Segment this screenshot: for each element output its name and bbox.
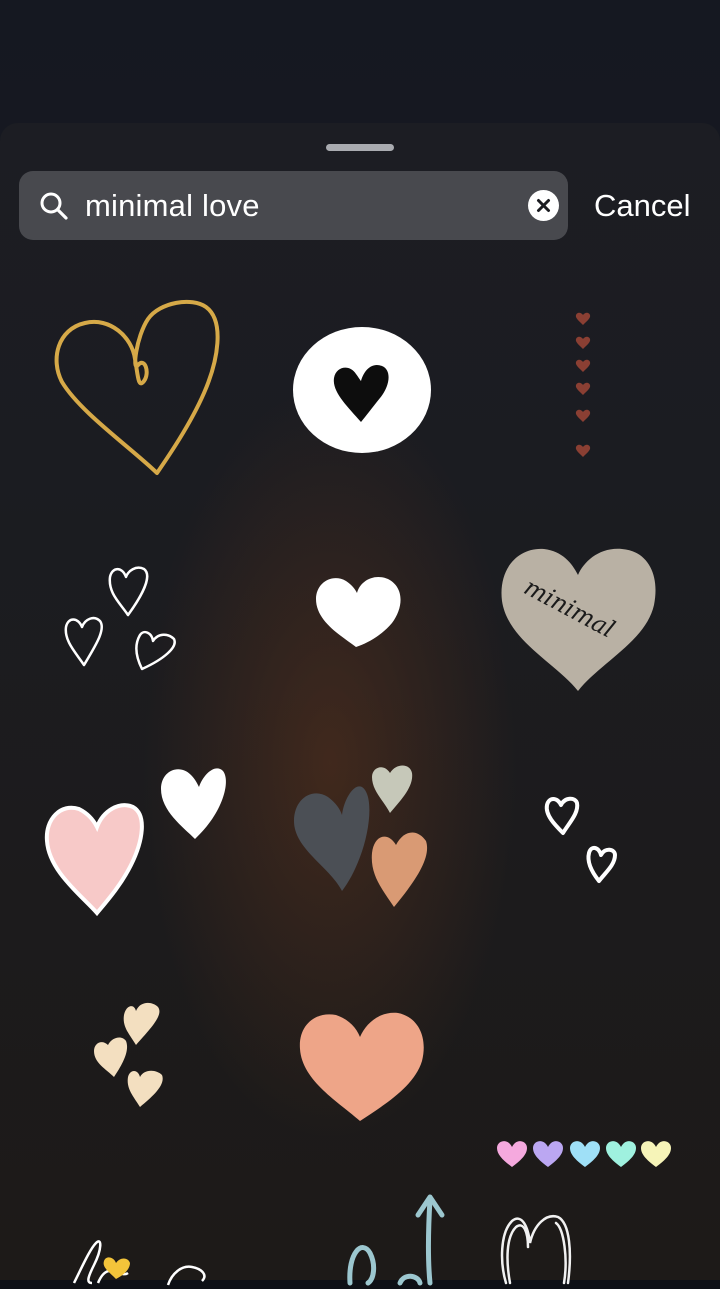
- tiny-hearts-icon: [575, 312, 591, 457]
- sticker-search-sheet: minimal love Cancel minimal: [0, 123, 720, 1286]
- sticker-grey-sage-peach-hearts[interactable]: [292, 763, 432, 908]
- sticker-peach-heart[interactable]: [298, 1011, 426, 1123]
- minimal-heart-icon: minimal: [501, 548, 656, 691]
- gold-heart-icon: [54, 299, 220, 475]
- black-heart-circle-icon: [293, 327, 431, 453]
- sticker-three-cream-hearts[interactable]: [92, 995, 167, 1110]
- outline-hearts-icon: [64, 566, 176, 671]
- sticker-pink-and-white-hearts[interactable]: [44, 761, 227, 917]
- sheet-drag-handle[interactable]: [326, 144, 394, 151]
- close-icon: [537, 199, 550, 212]
- sticker-two-small-white-outline-hearts[interactable]: [543, 795, 621, 885]
- search-icon: [39, 191, 69, 221]
- sticker-black-heart-in-white-circle[interactable]: [292, 326, 433, 454]
- sticker-three-white-outline-hearts[interactable]: [58, 563, 183, 673]
- sticker-blue-arrow-doodle[interactable]: [344, 1193, 448, 1286]
- love-script-icon: [72, 1240, 206, 1286]
- sticker-white-sketch-heart[interactable]: [498, 1213, 576, 1285]
- trio-hearts-icon: [294, 765, 428, 907]
- sticker-vertical-tiny-red-hearts[interactable]: [571, 311, 595, 461]
- sketch-heart-icon: [500, 1214, 572, 1285]
- sticker-pastel-heart-row[interactable]: [496, 1139, 672, 1169]
- clear-search-button[interactable]: [528, 190, 559, 221]
- cream-hearts-icon: [94, 1002, 163, 1107]
- search-input[interactable]: minimal love: [19, 171, 568, 240]
- small-outline-hearts-icon: [544, 796, 617, 883]
- search-query-text[interactable]: minimal love: [85, 188, 260, 224]
- cancel-button[interactable]: Cancel: [594, 188, 691, 224]
- sticker-gold-outline-heart[interactable]: [50, 297, 225, 482]
- pastel-hearts-icon: [497, 1141, 671, 1167]
- arrow-doodle-icon: [347, 1194, 445, 1286]
- pink-white-hearts-icon: [44, 768, 226, 917]
- sticker-minimal-taupe-heart[interactable]: minimal: [500, 545, 658, 695]
- sticker-white-heart[interactable]: [312, 571, 404, 651]
- white-heart-icon: [316, 576, 401, 647]
- sticker-love-script-partial[interactable]: [68, 1239, 210, 1289]
- peach-heart-icon: [299, 1012, 424, 1121]
